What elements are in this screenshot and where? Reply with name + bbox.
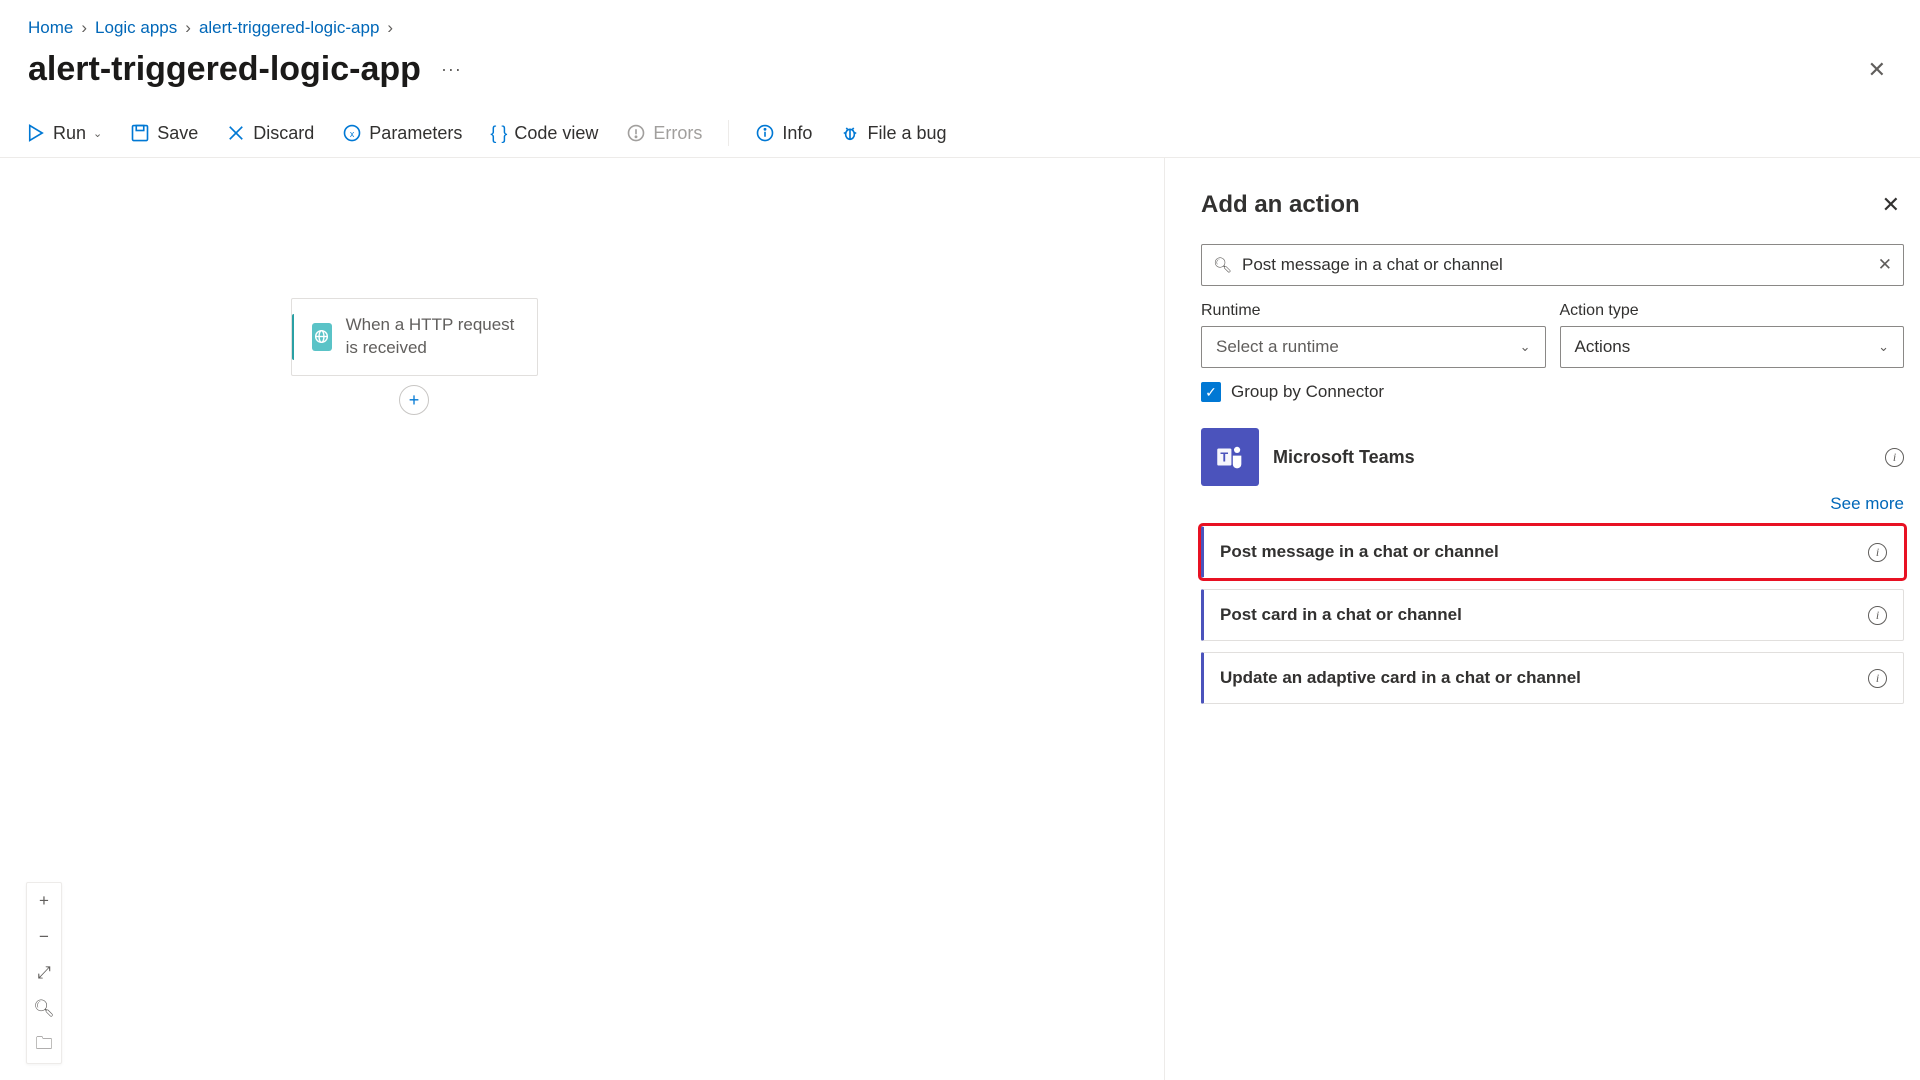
fit-screen-button[interactable]: ⤢ [27,955,61,991]
save-button[interactable]: Save [126,121,202,146]
braces-icon: { } [490,123,507,144]
connector-name: Microsoft Teams [1273,447,1415,468]
fit-icon: ⤢ [37,963,51,983]
action-info-button[interactable]: i [1868,606,1887,625]
zoom-toolbar: + − ⤢ 🔍︎ 🗀 [26,882,62,1064]
close-button[interactable]: ✕ [1862,51,1892,89]
discard-button[interactable]: Discard [222,121,318,146]
code-view-button[interactable]: { } Code view [486,121,602,146]
action-type-select[interactable]: Actions ⌄ [1560,326,1905,368]
runtime-label: Runtime [1201,302,1546,320]
clear-search-button[interactable]: ✕ [1878,255,1892,275]
action-item[interactable]: Update an adaptive card in a chat or cha… [1201,652,1904,704]
action-name: Update an adaptive card in a chat or cha… [1220,668,1581,688]
search-input[interactable] [1201,244,1904,286]
breadcrumb-link[interactable]: Logic apps [95,18,177,38]
toolbar: Run ⌄ Save Discard x Parameters { } Code… [0,109,1920,158]
chevron-down-icon: ⌄ [1878,339,1889,355]
chevron-right-icon: › [81,18,87,38]
group-by-label: Group by Connector [1231,382,1384,402]
zoom-out-button[interactable]: − [27,919,61,955]
action-info-button[interactable]: i [1868,669,1887,688]
alert-icon [626,123,646,143]
errors-button: Errors [622,121,706,146]
group-by-connector-checkbox[interactable]: ✓ [1201,382,1221,402]
divider [728,120,729,146]
map-icon: 🗀 [36,1031,53,1060]
add-action-button[interactable]: + [399,385,429,415]
breadcrumb-link[interactable]: alert-triggered-logic-app [199,18,379,38]
close-icon [226,123,246,143]
parameters-icon: x [342,123,362,143]
add-action-panel: Add an action ✕ 🔍︎ ✕ Runtime Select a ru… [1164,158,1920,1080]
search-icon: 🔍︎ [1213,256,1232,274]
designer-canvas[interactable]: When a HTTP request is received + + − ⤢ … [0,158,1164,1080]
run-button[interactable]: Run ⌄ [22,121,106,146]
chevron-down-icon: ⌄ [1520,339,1531,355]
action-item[interactable]: Post message in a chat or channel i [1201,526,1904,578]
chevron-right-icon: › [387,18,393,38]
trigger-card[interactable]: When a HTTP request is received [291,298,538,376]
search-icon: 🔍︎ [33,999,55,1019]
panel-title: Add an action [1201,191,1360,219]
trigger-label: When a HTTP request is received [346,314,523,360]
action-item[interactable]: Post card in a chat or channel i [1201,589,1904,641]
save-icon [130,123,150,143]
parameters-button[interactable]: x Parameters [338,121,466,146]
plus-icon: + [39,891,49,911]
info-icon [755,123,775,143]
svg-text:x: x [350,129,355,139]
more-actions-button[interactable]: ··· [441,59,462,80]
connector-info-button[interactable]: i [1885,448,1904,467]
svg-text:T: T [1220,449,1228,464]
check-icon: ✓ [1205,384,1217,401]
search-canvas-button[interactable]: 🔍︎ [27,991,61,1027]
bug-icon [840,123,860,143]
chevron-right-icon: › [185,18,191,38]
action-name: Post message in a chat or channel [1220,542,1499,562]
minus-icon: − [39,927,49,947]
action-name: Post card in a chat or channel [1220,605,1462,625]
http-trigger-icon [312,323,332,351]
action-type-label: Action type [1560,302,1905,320]
minimap-button[interactable]: 🗀 [27,1027,61,1063]
close-panel-button[interactable]: ✕ [1878,188,1904,222]
action-info-button[interactable]: i [1868,543,1887,562]
see-more-link[interactable]: See more [1830,494,1904,513]
page-title: alert-triggered-logic-app [28,50,421,89]
play-icon [26,123,46,143]
info-button[interactable]: Info [751,121,816,146]
file-bug-button[interactable]: File a bug [836,121,950,146]
accent-bar [292,314,294,360]
plus-icon: + [409,390,420,411]
teams-connector-icon: T [1201,428,1259,486]
breadcrumb-link[interactable]: Home [28,18,73,38]
breadcrumb: Home › Logic apps › alert-triggered-logi… [0,0,1920,38]
zoom-in-button[interactable]: + [27,883,61,919]
runtime-select[interactable]: Select a runtime ⌄ [1201,326,1546,368]
chevron-down-icon: ⌄ [93,127,102,140]
